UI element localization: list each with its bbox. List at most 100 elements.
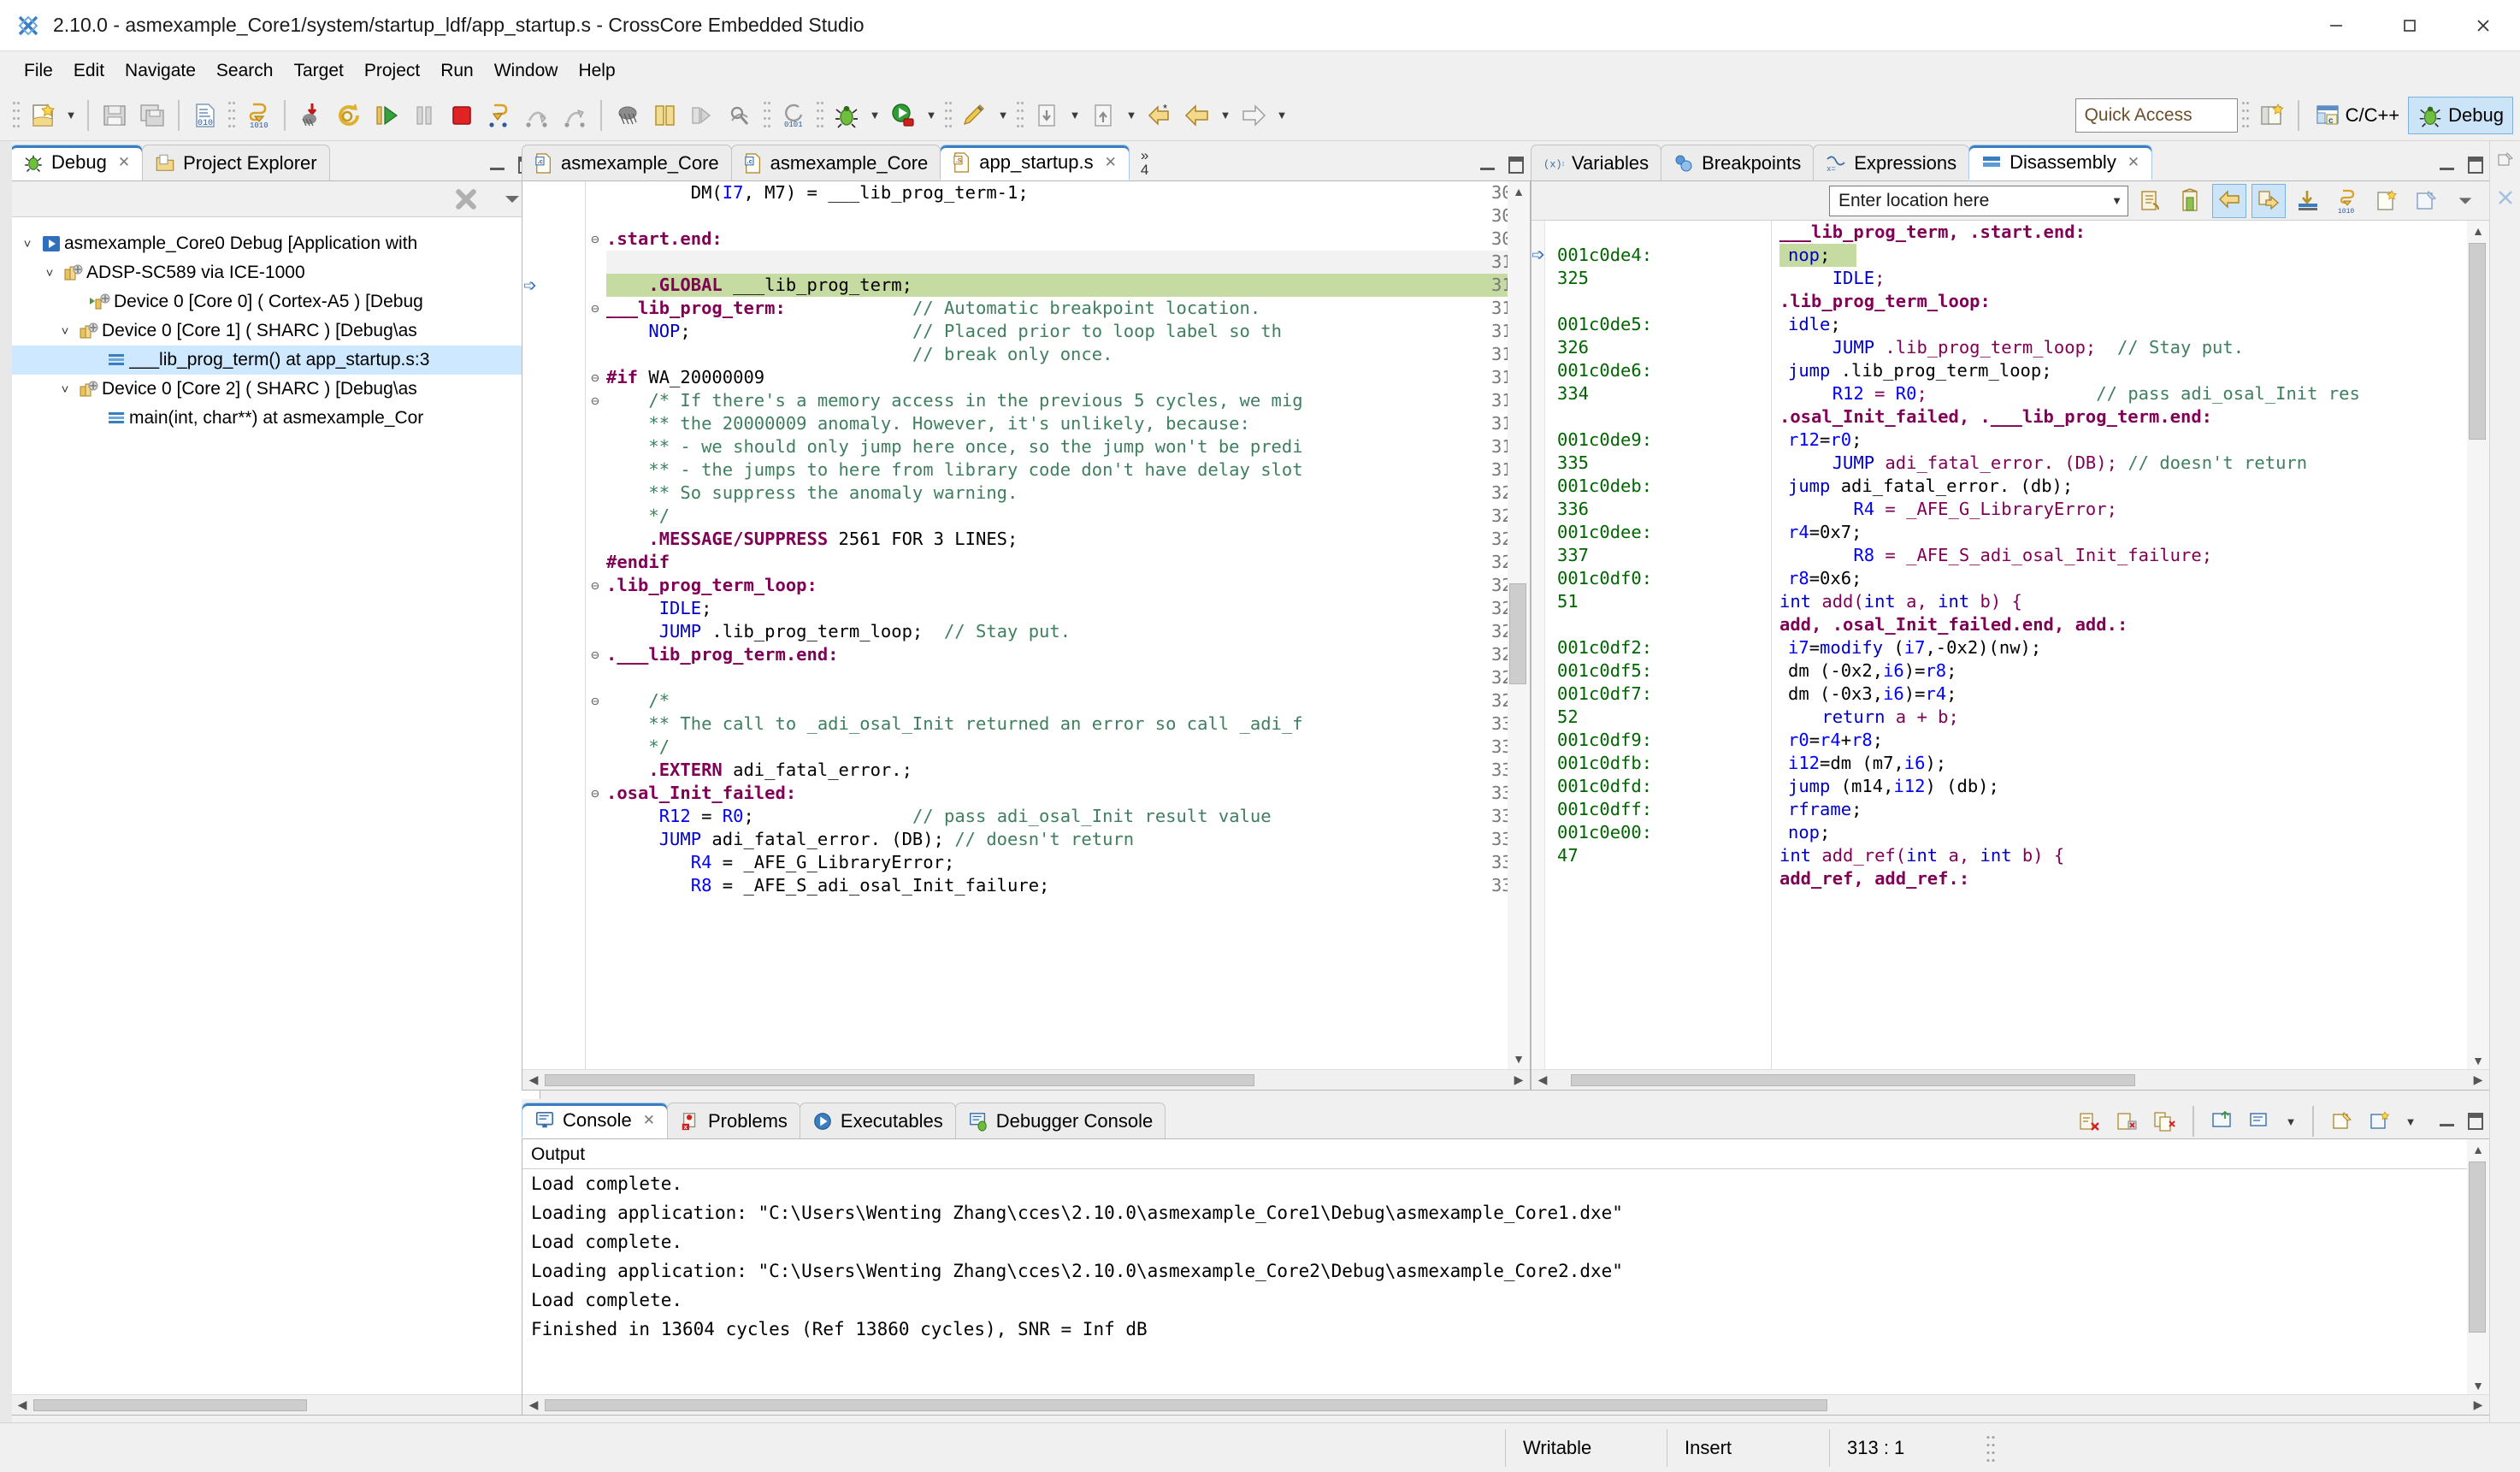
perspective-debug[interactable]: Debug (2408, 96, 2513, 134)
rail-debug-icon[interactable] (2490, 179, 2520, 216)
code-line[interactable]: #if WA_20000009 (606, 366, 764, 389)
disassembly-label[interactable]: add_ref, add_ref.: (1779, 867, 1969, 890)
scroll-right-icon[interactable]: ▶ (1508, 1073, 1530, 1087)
fold-toggle-icon[interactable]: ⊖ (587, 643, 603, 666)
disassembly-source-line[interactable]: JUMP adi_fatal_error. (DB); // doesn't r… (1779, 452, 2307, 475)
disassembly-instruction[interactable]: idle; (1788, 313, 1841, 336)
code-line[interactable]: ** the 20000009 anomaly. However, it's u… (606, 412, 1250, 435)
location-input[interactable]: Enter location here ▼ (1829, 185, 2128, 216)
remove-all-terminated-icon[interactable] (2148, 1105, 2181, 1138)
code-line[interactable]: /* (606, 689, 670, 712)
previous-annotation-icon[interactable] (1084, 97, 1122, 134)
code-line[interactable]: DM(I7, M7) = ___lib_prog_term-1; (606, 181, 1029, 204)
editor-vscrollbar[interactable]: ▲ ▼ (1508, 181, 1530, 1069)
disassembly-instruction[interactable]: jump adi_fatal_error. (db); (1788, 475, 2073, 498)
minimize-view-icon[interactable] (1478, 157, 1498, 174)
forward-navigation-dropdown-icon[interactable]: ▼ (1272, 97, 1291, 134)
minimize-view-icon[interactable] (487, 157, 508, 174)
back-navigation-dropdown-icon[interactable]: ▼ (1216, 97, 1235, 134)
code-line[interactable]: ** - we should only jump here once, so t… (606, 435, 1302, 458)
code-line[interactable]: .EXTERN adi_fatal_error.; (606, 759, 912, 782)
tab-console[interactable]: Console ✕ (522, 1103, 668, 1138)
scroll-up-icon[interactable]: ▲ (2467, 221, 2489, 241)
disassembly-instruction[interactable]: r8=0x6; (1788, 567, 1862, 590)
menu-target[interactable]: Target (283, 57, 353, 85)
scroll-left-icon[interactable]: ◀ (1531, 1073, 1554, 1087)
menu-file[interactable]: File (14, 57, 63, 85)
menu-help[interactable]: Help (568, 57, 625, 85)
disassembly-marker-column[interactable] (1531, 221, 1545, 1069)
vscroll-thumb[interactable] (2469, 1162, 2486, 1333)
binary-file-icon[interactable]: 010 (186, 97, 224, 134)
maximize-view-icon[interactable] (2468, 157, 2483, 174)
toolbar-grip[interactable] (944, 98, 953, 132)
pin-view-icon[interactable] (2409, 184, 2443, 218)
show-addresses-icon[interactable] (2291, 184, 2325, 218)
tab-variables[interactable]: (x)= Variables (1531, 145, 1662, 180)
fold-toggle-icon[interactable]: ⊖ (587, 297, 603, 320)
resume-icon[interactable] (368, 97, 405, 134)
code-line[interactable]: */ (606, 505, 670, 528)
remove-launch-icon[interactable] (2110, 1105, 2143, 1138)
save-icon[interactable] (96, 97, 133, 134)
scroll-down-icon[interactable]: ▼ (2467, 1050, 2489, 1071)
hscroll-track[interactable] (545, 1073, 1508, 1087)
fold-toggle-icon[interactable]: ⊖ (587, 574, 603, 597)
fold-toggle-icon[interactable]: ⊖ (587, 366, 603, 389)
back-navigation-icon[interactable] (1178, 97, 1216, 134)
set-breakpoint-icon[interactable] (292, 97, 330, 134)
maximize-button[interactable] (2373, 0, 2446, 51)
restart-icon[interactable] (330, 97, 368, 134)
maximize-view-icon[interactable] (1508, 157, 1524, 174)
open-perspective-icon[interactable] (2253, 97, 2291, 134)
disassembly-instruction[interactable]: jump (m14,i12) (db); (1788, 775, 1999, 798)
disassembly-source-line[interactable]: JUMP .lib_prog_term_loop; // Stay put. (1779, 336, 2244, 359)
fold-toggle-icon[interactable]: ⊖ (587, 389, 603, 412)
disassembly-label[interactable]: add, .osal_Init_failed.end, add.: (1779, 613, 2128, 636)
disassembly-source-line[interactable]: R8 = _AFE_S_adi_osal_Init_failure; (1779, 544, 2212, 567)
fold-toggle-icon[interactable]: ⊖ (587, 782, 603, 805)
chevron-down-icon[interactable]: ▼ (2111, 194, 2122, 207)
link-to-source-icon[interactable] (2133, 184, 2168, 218)
step-into-disassembly-icon[interactable] (2251, 183, 2286, 218)
tree-item-stack-frame-lib-prog-term[interactable]: ___lib_prog_term() at app_startup.s:3 (11, 346, 540, 375)
status-resize-grip[interactable] (1986, 1433, 1996, 1463)
run-icon[interactable] (884, 97, 922, 134)
code-line[interactable]: JUMP adi_fatal_error. (DB); // doesn't r… (606, 828, 1134, 851)
perspective-cpp[interactable]: c C/C++ (2306, 97, 2409, 134)
tab-problems[interactable]: x Problems (666, 1103, 800, 1138)
step-over-icon[interactable] (518, 97, 556, 134)
disassembly-instruction[interactable]: dm (-0x3,i6)=r4; (1788, 683, 1957, 706)
disassembly-hscrollbar[interactable]: ◀ ▶ (1531, 1069, 2489, 1090)
code-line[interactable]: ** The call to _adi_osal_Init returned a… (606, 712, 1302, 736)
new-console-view-icon[interactable] (2364, 1105, 2396, 1138)
run-dropdown-icon[interactable]: ▼ (922, 97, 941, 134)
remove-all-terminated-icon[interactable] (447, 181, 485, 218)
menu-search[interactable]: Search (206, 57, 284, 85)
code-line[interactable]: .osal_Init_failed: (606, 782, 796, 805)
disassembly-source-line[interactable]: return a + b; (1779, 706, 1958, 729)
code-line[interactable]: // break only once. (606, 343, 1113, 366)
disassembly-label[interactable]: .osal_Init_failed, .___lib_prog_term.end… (1779, 405, 2212, 429)
tree-item-core0[interactable]: Device 0 [Core 0] ( Cortex-A5 ) [Debug (11, 287, 540, 316)
code-line[interactable]: NOP; // Placed prior to loop label so th (606, 320, 1282, 343)
close-icon[interactable]: ✕ (2128, 154, 2139, 171)
disconnect-icon[interactable] (609, 97, 646, 134)
chevron-down-icon[interactable]: ˅ (16, 237, 38, 251)
editor-tab-overflow[interactable]: » 4 (1129, 145, 1160, 180)
code-line[interactable]: IDLE; (606, 597, 712, 620)
disassembly-source-line[interactable]: int add_ref(int a, int b) { (1779, 844, 2064, 867)
rail-pin-icon[interactable] (2490, 141, 2520, 179)
menu-project[interactable]: Project (354, 57, 430, 85)
vscroll-thumb[interactable] (2469, 243, 2486, 440)
hscroll-track[interactable] (33, 1398, 517, 1412)
tab-disassembly[interactable]: Disassembly ✕ (1968, 145, 2153, 180)
hscroll-track[interactable] (545, 1398, 2467, 1412)
code-line[interactable]: .GLOBAL ___lib_prog_term; (606, 274, 912, 297)
hscroll-thumb[interactable] (1571, 1073, 2135, 1086)
fold-toggle-icon[interactable]: ⊖ (587, 228, 603, 251)
show-opcodes-icon[interactable]: 1010 (2330, 184, 2364, 218)
next-annotation-dropdown-icon[interactable]: ▼ (1065, 97, 1084, 134)
maximize-view-icon[interactable] (2468, 1113, 2483, 1130)
code-line[interactable]: ___lib_prog_term: // Automatic breakpoin… (606, 297, 1260, 320)
